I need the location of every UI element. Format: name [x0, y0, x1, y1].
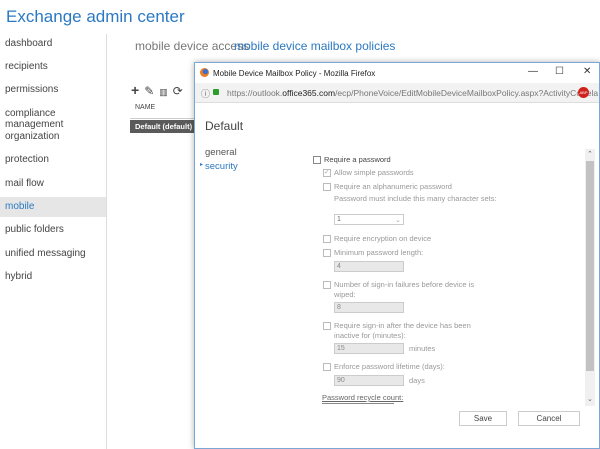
lifetime-input[interactable]: 90	[334, 375, 404, 386]
column-header-name[interactable]: NAME	[135, 104, 155, 111]
nav-security[interactable]: security	[205, 161, 238, 172]
close-button[interactable]: ✕	[583, 66, 591, 77]
table-row[interactable]: Default (default)	[130, 120, 200, 133]
sidebar-item-mail-flow[interactable]: mail flow	[0, 174, 106, 194]
sidebar-item-permissions[interactable]: permissions	[0, 80, 106, 100]
adblock-icon[interactable]: ABP	[578, 87, 589, 98]
failures-input[interactable]: 8	[334, 302, 404, 313]
tab-mobile-device-access[interactable]: mobile device access	[135, 39, 249, 53]
sidebar-item-mobile[interactable]: mobile	[0, 197, 106, 217]
scroll-up-icon[interactable]: ⌃	[587, 150, 593, 158]
inactive-checkbox[interactable]	[323, 322, 331, 330]
url-domain: office365.com	[282, 88, 336, 98]
inactive-label: Require sign-in after the device has bee…	[334, 321, 471, 340]
lifetime-unit: days	[409, 376, 425, 385]
char-sets-label: Password must include this many characte…	[334, 194, 497, 203]
char-sets-select[interactable]: 1 ⌄	[334, 214, 404, 225]
sidebar-item-public-folders[interactable]: public folders	[0, 220, 106, 240]
failures-checkbox[interactable]	[323, 281, 331, 289]
char-sets-value: 1	[337, 216, 341, 223]
scroll-down-icon[interactable]: ⌄	[587, 395, 593, 403]
sidebar-item-unified-messaging[interactable]: unified messaging	[0, 244, 106, 264]
sidebar-item-organization[interactable]: organization	[0, 127, 106, 147]
sidebar-item-recipients[interactable]: recipients	[0, 57, 106, 77]
nav-general[interactable]: general	[205, 147, 237, 158]
allow-simple-label: Allow simple passwords	[334, 168, 414, 177]
recycle-label: Password recycle count:	[322, 393, 404, 402]
toolbar: +✎▥⟳	[131, 82, 188, 98]
url-path: /ecp/PhoneVoice/EditMobileDeviceMailboxP…	[335, 88, 599, 98]
recycle-input[interactable]	[322, 403, 394, 406]
chevron-down-icon: ⌄	[395, 217, 401, 224]
sidebar-item-compliance[interactable]: compliance management	[0, 104, 106, 130]
minimize-button[interactable]: —	[528, 66, 538, 77]
policy-heading: Default	[205, 119, 244, 133]
header-divider	[130, 118, 200, 119]
save-button[interactable]: Save	[459, 411, 507, 426]
tab-mailbox-policies[interactable]: mobile device mailbox policies	[234, 39, 395, 53]
lifetime-checkbox[interactable]	[323, 363, 331, 371]
inactive-unit: minutes	[409, 344, 436, 353]
alphanumeric-label: Require an alphanumeric password	[334, 182, 452, 191]
trash-icon[interactable]: ▥	[159, 87, 173, 97]
allow-simple-checkbox[interactable]: ✓	[323, 169, 331, 177]
selected-arrow-icon: ▸	[200, 162, 204, 168]
scrollbar-thumb[interactable]	[586, 161, 594, 371]
app-title: Exchange admin center	[6, 7, 185, 26]
min-length-checkbox[interactable]	[323, 249, 331, 257]
sidebar-item-dashboard[interactable]: dashboard	[0, 34, 106, 54]
policy-popup-window: Mobile Device Mailbox Policy - Mozilla F…	[194, 62, 600, 449]
require-password-label: Require a password	[324, 155, 391, 164]
lifetime-label: Enforce password lifetime (days):	[334, 362, 445, 371]
sidebar: dashboard recipients permissions complia…	[0, 34, 107, 449]
encryption-label: Require encryption on device	[334, 234, 432, 243]
pencil-icon[interactable]: ✎	[144, 84, 159, 98]
failures-label: Number of sign-in failures before device…	[334, 280, 475, 299]
refresh-icon[interactable]: ⟳	[173, 84, 188, 98]
plus-icon[interactable]: +	[131, 82, 144, 98]
url-prefix: https://outlook.	[227, 88, 283, 98]
alphanumeric-checkbox[interactable]	[323, 183, 331, 191]
encryption-checkbox[interactable]	[323, 235, 331, 243]
window-title: Mobile Device Mailbox Policy - Mozilla F…	[213, 69, 376, 78]
min-length-input[interactable]: 4	[334, 261, 404, 272]
cancel-button[interactable]: Cancel	[518, 411, 580, 426]
sidebar-item-protection[interactable]: protection	[0, 150, 106, 170]
sidebar-item-hybrid[interactable]: hybrid	[0, 267, 106, 287]
require-password-checkbox[interactable]	[313, 156, 321, 164]
inactive-input[interactable]: 15	[334, 343, 404, 354]
info-icon[interactable]: ⓘ	[201, 87, 210, 100]
min-length-label: Minimum password length:	[334, 248, 424, 257]
address-bar[interactable]: https://outlook.office365.com/ecp/PhoneV…	[195, 83, 599, 103]
maximize-button[interactable]: ☐	[555, 66, 564, 77]
lock-icon	[213, 89, 219, 95]
